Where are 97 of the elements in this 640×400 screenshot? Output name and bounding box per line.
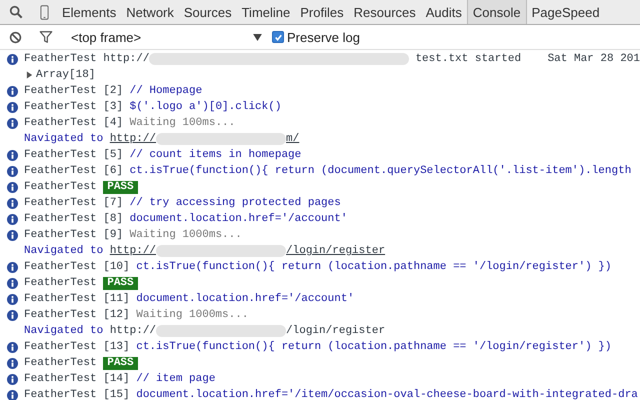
log-index: [13] — [103, 341, 130, 353]
log-message: Waiting 1000ms... — [136, 309, 248, 321]
log-source: FeatherTest — [24, 293, 97, 305]
info-icon — [7, 262, 18, 272]
log-message: Waiting 100ms... — [130, 117, 236, 129]
log-index: [15] — [103, 389, 130, 400]
log-source: FeatherTest — [24, 309, 97, 321]
log-source: FeatherTest — [24, 373, 97, 385]
info-icon — [7, 310, 18, 320]
log-message: ct.isTrue(function(){ return (location.pathname == '/login/register') }) — [136, 341, 612, 353]
search-icon[interactable] — [9, 5, 23, 19]
info-icon — [7, 150, 18, 160]
log-source: FeatherTest — [24, 389, 97, 400]
log-source: FeatherTest — [24, 341, 97, 353]
log-source: FeatherTest — [24, 229, 97, 241]
navigation-label: Navigated to — [24, 245, 104, 257]
log-source: FeatherTest — [24, 117, 97, 129]
log-message: document.location.href='/account' — [136, 293, 354, 305]
expand-triangle-icon[interactable] — [26, 71, 33, 79]
url-text: /login/register — [286, 325, 386, 337]
frame-select[interactable]: <top frame> — [61, 30, 266, 44]
log-source: FeatherTest — [24, 85, 97, 97]
panel-tab[interactable]: Audits — [420, 0, 467, 24]
dropdown-caret-icon — [253, 34, 262, 40]
log-index: [11] — [103, 293, 130, 305]
panel-tab[interactable]: Profiles — [295, 0, 349, 24]
url-text: http:// — [110, 325, 156, 337]
info-icon — [7, 198, 18, 208]
info-icon — [7, 166, 18, 176]
checkbox[interactable] — [272, 31, 284, 43]
log-source: FeatherTest — [24, 261, 97, 273]
log-index: [6] — [103, 165, 124, 177]
log-message: ct.isTrue(function(){ return (document.querySelectorAll('.list-item').length — [130, 165, 632, 177]
panel-tab[interactable]: Sources — [178, 0, 237, 24]
log-source: FeatherTest — [24, 357, 97, 369]
log-message: http:// — [103, 53, 150, 65]
url-link[interactable]: m/ — [286, 133, 300, 145]
preserve-log-checkbox[interactable]: Preserve log — [272, 30, 360, 44]
url-link[interactable]: http:// — [110, 245, 156, 257]
log-index: [5] — [103, 149, 124, 161]
panel-tab[interactable]: Elements — [57, 0, 122, 24]
log-message: // item page — [136, 373, 216, 385]
url-link[interactable]: /login/register — [286, 245, 386, 257]
filter-icon[interactable] — [39, 30, 53, 44]
log-message: test.txt started — [415, 53, 522, 65]
log-source: FeatherTest — [24, 213, 97, 225]
navigation-label: Navigated to — [24, 133, 104, 145]
panel-tab[interactable]: Console — [466, 0, 527, 24]
log-message: // try accessing protected pages — [130, 197, 341, 209]
info-icon — [7, 182, 18, 192]
log-message: document.location.href='/item/occasion-oval-cheese-board-with-integrated-dra — [136, 389, 638, 400]
log-source: FeatherTest — [24, 277, 97, 289]
info-icon — [7, 118, 18, 128]
info-icon — [7, 230, 18, 240]
info-icon — [7, 278, 18, 288]
log-index: [9] — [103, 229, 124, 241]
log-index: [4] — [103, 117, 124, 129]
log-index: [12] — [103, 309, 130, 321]
pass-badge: PASS — [103, 276, 138, 290]
pass-badge: PASS — [103, 180, 138, 194]
info-icon — [7, 102, 18, 112]
log-index: [10] — [103, 261, 130, 273]
log-source: FeatherTest — [24, 53, 97, 65]
navigation-label: Navigated to — [24, 325, 104, 337]
log-index: [14] — [103, 373, 130, 385]
log-message: Waiting 1000ms... — [130, 229, 242, 241]
panel-tab[interactable]: Resources — [348, 0, 421, 24]
info-icon — [7, 294, 18, 304]
info-icon — [7, 374, 18, 384]
clear-icon[interactable] — [9, 30, 22, 44]
log-source: FeatherTest — [24, 149, 97, 161]
info-icon — [7, 214, 18, 224]
timestamp: Sat Mar 28 201 — [548, 53, 640, 65]
panel-tab[interactable]: Network — [121, 0, 179, 24]
log-source: FeatherTest — [24, 101, 97, 113]
log-message: $('.logo a')[0].click() — [130, 101, 282, 113]
log-message: // Homepage — [130, 85, 202, 97]
log-source: FeatherTest — [24, 165, 97, 177]
mobile-device-icon[interactable] — [40, 4, 49, 20]
info-icon — [7, 342, 18, 352]
panel-tab[interactable]: PageSpeed — [526, 0, 605, 24]
panel-tab[interactable]: Timeline — [236, 0, 296, 24]
log-source: FeatherTest — [24, 181, 97, 193]
log-index: [7] — [103, 197, 124, 209]
pass-badge: PASS — [103, 356, 138, 370]
info-icon — [7, 54, 18, 64]
log-message: document.location.href='/account' — [130, 213, 348, 225]
log-index: [3] — [103, 101, 124, 113]
object-label[interactable]: Array[18] — [36, 69, 96, 81]
log-message: ct.isTrue(function(){ return (location.pathname == '/login/register') }) — [136, 261, 612, 273]
url-link[interactable]: http:// — [110, 133, 156, 145]
log-source: FeatherTest — [24, 197, 97, 209]
log-index: [2] — [103, 85, 124, 97]
info-icon — [7, 358, 18, 368]
info-icon — [7, 86, 18, 96]
log-message: // count items in homepage — [130, 149, 302, 161]
log-index: [8] — [103, 213, 124, 225]
